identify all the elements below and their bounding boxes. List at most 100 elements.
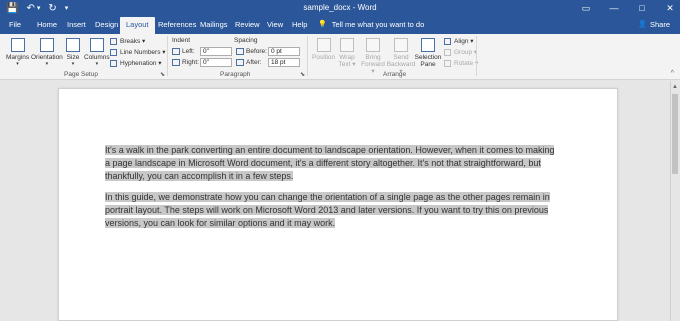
title-separator: - [350, 3, 358, 12]
breaks-button[interactable]: Breaks ▾ [110, 37, 145, 45]
ribbon-display-options-icon[interactable]: ▭ [580, 2, 592, 14]
tab-home[interactable]: Home [37, 20, 57, 29]
group-button[interactable]: Group ▾ [444, 48, 477, 56]
breaks-icon [110, 37, 117, 45]
spacing-after-label: After: [246, 59, 262, 66]
ribbon: Margins ▾ Orientation ▾ Size ▾ Columns ▾… [0, 34, 680, 80]
size-dropdown-icon: ▾ [71, 61, 75, 67]
indent-left-label: Left: [182, 48, 195, 55]
paragraph-1-text: It's a walk in the park converting an en… [105, 145, 555, 181]
title-bar: 💾 ↶ ▾ ↻ ▾ sample_docx - Word ▭ — □ ✕ [0, 0, 680, 17]
orientation-icon [39, 38, 54, 52]
indent-right-icon [172, 59, 180, 66]
app-name: Word [357, 3, 377, 12]
scroll-up-icon[interactable]: ▲ [672, 84, 678, 90]
rotate-icon [444, 59, 451, 67]
group-divider [476, 36, 477, 76]
wrap-text-button[interactable]: Wrap Text ▾ [336, 38, 358, 68]
window-title: sample_docx - Word [0, 3, 680, 12]
align-label: Align ▾ [454, 38, 474, 45]
tab-references[interactable]: References [158, 20, 196, 29]
tell-me-box[interactable]: 💡 Tell me what you want to do [318, 20, 424, 29]
indent-left-icon [172, 48, 180, 55]
position-label: Position [312, 54, 336, 61]
spacing-before-input[interactable]: 0 pt [268, 47, 300, 56]
breaks-label: Breaks ▾ [120, 38, 146, 45]
minimize-icon[interactable]: — [608, 2, 620, 14]
tab-view[interactable]: View [267, 20, 283, 29]
spacing-after-input[interactable]: 18 pt [268, 58, 300, 67]
spacing-before-icon [236, 48, 244, 55]
rotate-label: Rotate ▾ [454, 60, 479, 67]
tab-help[interactable]: Help [292, 20, 307, 29]
indent-right-input[interactable]: 0" [200, 58, 232, 67]
tab-mailings[interactable]: Mailings [200, 20, 228, 29]
spacing-heading: Spacing [234, 37, 258, 44]
tab-file[interactable]: File [9, 20, 21, 29]
size-label: Size [66, 54, 80, 61]
person-icon: 👤 [638, 21, 647, 28]
line-numbers-icon [110, 48, 117, 56]
paragraph-2[interactable]: In this guide, we demonstrate how you ca… [105, 191, 561, 230]
send-backward-icon [394, 38, 408, 52]
hyphenation-button[interactable]: Hyphenation ▾ [110, 59, 162, 67]
tell-me-text: Tell me what you want to do [331, 20, 425, 29]
scrollbar-thumb[interactable] [672, 94, 678, 174]
columns-button[interactable]: Columns ▾ [84, 38, 110, 67]
collapse-ribbon-icon[interactable]: ^ [671, 70, 674, 77]
window-controls: ▭ — □ ✕ [580, 2, 676, 14]
position-button[interactable]: Position [312, 38, 335, 61]
tab-design[interactable]: Design [95, 20, 118, 29]
columns-label: Columns [84, 54, 110, 61]
tab-review[interactable]: Review [235, 20, 260, 29]
paragraph-group-label: Paragraph [220, 71, 251, 78]
share-button[interactable]: 👤 Share [638, 20, 670, 29]
bring-forward-icon [366, 38, 380, 52]
document-page[interactable]: It's a walk in the park converting an en… [58, 88, 618, 321]
group-divider [307, 36, 308, 76]
close-icon[interactable]: ✕ [664, 2, 676, 14]
line-numbers-label: Line Numbers ▾ [120, 49, 166, 56]
tab-insert[interactable]: Insert [67, 20, 86, 29]
wrap-text-icon [340, 38, 354, 52]
page-setup-group-label: Page Setup [64, 71, 98, 78]
indent-right-label: Right: [182, 59, 199, 66]
share-label: Share [649, 20, 670, 29]
tab-layout[interactable]: Layout [120, 17, 155, 34]
bring-forward-button[interactable]: Bring Forward ▾ [360, 38, 386, 75]
ribbon-tabs: File Home Insert Design Layout Reference… [0, 17, 680, 34]
selection-pane-icon [421, 38, 435, 52]
margins-button[interactable]: Margins ▾ [6, 38, 29, 67]
lightbulb-icon: 💡 [318, 21, 327, 28]
selection-pane-label: Selection Pane [414, 54, 442, 68]
paragraph-2-text: In this guide, we demonstrate how you ca… [105, 192, 550, 228]
send-backward-button[interactable]: Send Backward ▾ [386, 38, 416, 75]
spacing-after-icon [236, 59, 244, 66]
hyphenation-label: Hyphenation ▾ [120, 60, 162, 67]
orientation-button[interactable]: Orientation ▾ [31, 38, 63, 67]
selection-pane-button[interactable]: Selection Pane [414, 38, 442, 68]
spacing-before-label: Before: [246, 48, 267, 55]
align-button[interactable]: Align ▾ [444, 37, 474, 45]
group-label: Group ▾ [454, 49, 478, 56]
document-name: sample_docx [303, 3, 351, 12]
group-icon [444, 48, 451, 56]
orientation-label: Orientation [31, 54, 63, 61]
arrange-group-label: Arrange [383, 71, 407, 78]
page-setup-launcher-icon[interactable]: ⬊ [160, 71, 165, 78]
columns-icon [89, 38, 104, 52]
group-divider [167, 36, 168, 76]
hyphenation-icon [110, 59, 117, 67]
maximize-icon[interactable]: □ [636, 2, 648, 14]
size-icon [66, 38, 80, 52]
indent-left-input[interactable]: 0" [200, 47, 232, 56]
line-numbers-button[interactable]: Line Numbers ▾ [110, 48, 166, 56]
size-button[interactable]: Size ▾ [66, 38, 80, 67]
indent-heading: Indent [172, 37, 191, 44]
rotate-button[interactable]: Rotate ▾ [444, 59, 478, 67]
columns-dropdown-icon: ▾ [95, 61, 99, 67]
paragraph-launcher-icon[interactable]: ⬊ [300, 71, 305, 78]
wrap-text-label: Wrap Text ▾ [338, 54, 356, 68]
margins-icon [10, 38, 25, 52]
paragraph-1[interactable]: It's a walk in the park converting an en… [105, 144, 561, 183]
